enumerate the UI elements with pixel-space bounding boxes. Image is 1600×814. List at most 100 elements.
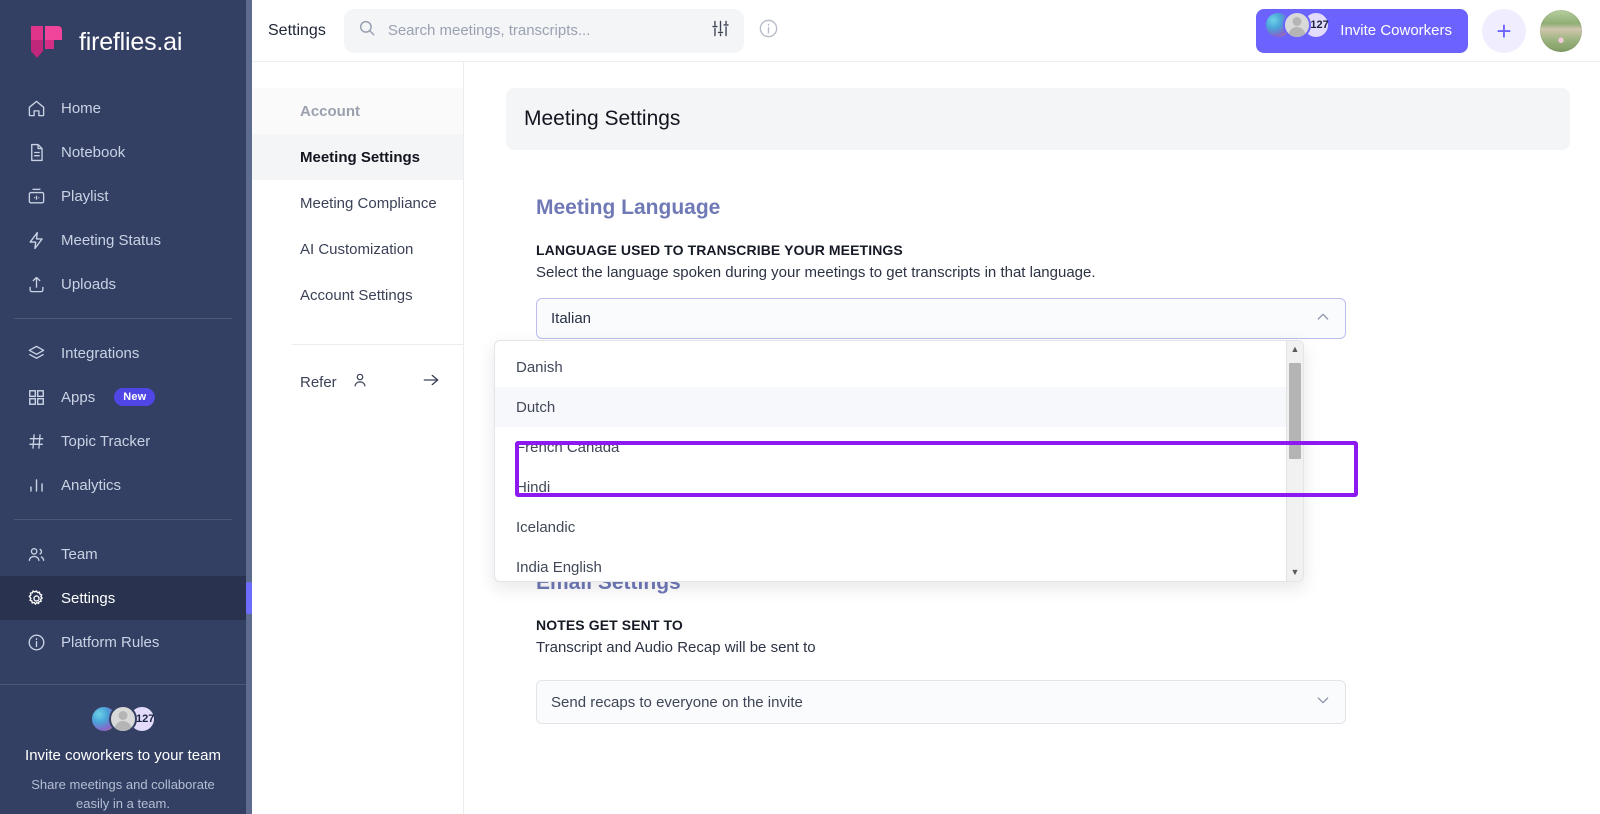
dropdown-option-danish[interactable]: Danish [495,347,1286,387]
sidebar-item-integrations[interactable]: Integrations [0,331,246,375]
sidebar-item-label: Meeting Status [61,231,162,249]
subnav-header-account: Account [252,88,463,134]
invite-coworkers-label: Invite Coworkers [1340,22,1452,39]
bolt-icon [26,230,46,250]
sidebar-item-meeting-status[interactable]: Meeting Status [0,218,246,262]
meeting-language-dropdown[interactable]: Danish Dutch French Canada Hindi Iceland… [494,340,1304,582]
sidebar-item-label: Team [61,545,98,563]
subnav-item-account-settings[interactable]: Account Settings [252,272,463,318]
refer-label: Refer [300,373,337,391]
dropdown-option-hindi[interactable]: Hindi [495,467,1286,507]
search-input[interactable] [387,22,699,39]
add-new-button[interactable]: + [1482,8,1526,53]
avatar-placeholder [1283,10,1312,39]
sidebar-item-apps[interactable]: Apps New [0,375,246,419]
search-bar[interactable] [343,8,744,53]
sidebar-item-platform-rules[interactable]: Platform Rules [0,620,246,664]
dropdown-option-india-english[interactable]: India English [495,547,1286,581]
chevron-down-icon [1315,692,1331,712]
dropdown-option-french-canada[interactable]: French Canada [495,427,1286,467]
sidebar-item-uploads[interactable]: Uploads [0,262,246,306]
people-icon [26,544,46,564]
sidebar-divider-1 [14,318,232,319]
dropdown-option-list: Danish Dutch French Canada Hindi Iceland… [495,341,1286,581]
search-icon [358,19,376,42]
sidebar-item-analytics[interactable]: Analytics [0,463,246,507]
email-field-description: Transcript and Audio Recap will be sent … [536,639,816,656]
sidebar-item-label: Playlist [61,187,109,205]
sidebar-invite-avatars: +127 [20,705,226,734]
pane-header: Meeting Settings [506,88,1570,150]
language-field-description: Select the language spoken during your m… [536,264,1096,281]
sliders-icon[interactable] [711,19,730,43]
notes-recipient-select[interactable]: Send recaps to everyone on the invite [536,680,1346,724]
chevron-up-icon [1315,309,1331,329]
main-sidebar: fireflies.ai Home Notebook Playlist Meet… [0,0,252,814]
sidebar-invite-title: Invite coworkers to your team [25,747,221,765]
dropdown-option-dutch[interactable]: Dutch [495,387,1286,427]
playlist-icon [26,186,46,206]
invite-coworkers-button[interactable]: +127 Invite Coworkers [1256,8,1468,53]
sidebar-item-label: Analytics [61,476,122,494]
user-avatar[interactable] [1540,9,1582,52]
sidebar-item-notebook[interactable]: Notebook [0,130,246,174]
sidebar-item-label: Integrations [61,344,140,362]
meeting-language-title: Meeting Language [536,196,721,219]
apps-new-badge: New [114,388,156,406]
sidebar-group-account: Team Settings Platform Rules [0,528,252,668]
upload-icon [26,274,46,294]
sidebar-group-primary: Home Notebook Playlist Meeting Status Up… [0,82,246,310]
home-icon [26,98,46,118]
sidebar-invite-panel[interactable]: +127 Invite coworkers to your team Share… [0,684,246,814]
sidebar-item-team[interactable]: Team [0,532,246,576]
bar-chart-icon [26,475,46,495]
sidebar-divider-2 [14,519,232,520]
arrow-right-icon [421,370,441,394]
fireflies-logo-icon [26,22,66,62]
sidebar-group-tools: Integrations Apps New Topic Tracker Anal… [0,327,246,511]
settings-subnav: Account Meeting Settings Meeting Complia… [252,62,464,814]
sidebar-item-topic-tracker[interactable]: Topic Tracker [0,419,246,463]
subnav-item-meeting-compliance[interactable]: Meeting Compliance [252,180,463,226]
sidebar-item-settings[interactable]: Settings [0,576,252,620]
brand-logo-area[interactable]: fireflies.ai [0,0,246,82]
settings-content: Account Meeting Settings Meeting Complia… [252,62,1600,814]
sidebar-invite-subtitle: Share meetings and collaborate easily in… [31,777,215,812]
page-title: Settings [268,21,326,39]
invite-button-avatars: +127 [1264,10,1331,39]
sidebar-item-label: Uploads [61,275,117,293]
grid-icon [26,387,46,407]
meeting-settings-pane: Meeting Settings Meeting Language LANGUA… [464,62,1600,814]
dropdown-option-icelandic[interactable]: Icelandic [495,507,1286,547]
main-area: Settings +127 Invite [252,0,1600,814]
gear-icon [26,588,46,608]
sidebar-item-playlist[interactable]: Playlist [0,174,246,218]
sidebar-item-label: Settings [61,589,116,607]
info-circle-icon[interactable] [758,18,779,44]
scroll-down-arrow-icon[interactable]: ▼ [1291,564,1300,581]
language-field-label: LANGUAGE USED TO TRANSCRIBE YOUR MEETING… [536,242,903,258]
top-bar: Settings +127 Invite [252,0,1600,62]
meeting-language-selected-value: Italian [551,310,592,327]
sidebar-item-label: Topic Tracker [61,432,151,450]
person-icon [351,371,369,393]
info-circle-icon [26,632,46,652]
notebook-icon [26,142,46,162]
subnav-item-meeting-settings[interactable]: Meeting Settings [252,134,463,180]
brand-name: fireflies.ai [79,27,183,56]
sidebar-item-label: Notebook [61,143,126,161]
app-root: fireflies.ai Home Notebook Playlist Meet… [0,0,1600,814]
refer-row[interactable]: Refer [252,353,463,411]
dropdown-scrollbar[interactable]: ▲ ▼ [1286,341,1303,581]
meeting-language-select[interactable]: Italian [536,298,1346,339]
sidebar-item-home[interactable]: Home [0,86,246,130]
email-field-label: NOTES GET SENT TO [536,617,683,633]
sidebar-item-label: Home [61,99,102,117]
scrollbar-thumb[interactable] [1289,363,1301,459]
layers-icon [26,343,46,363]
hash-icon [26,431,46,451]
subnav-item-ai-customization[interactable]: AI Customization [252,226,463,272]
sidebar-item-label: Apps [61,388,96,406]
scroll-up-arrow-icon[interactable]: ▲ [1291,341,1300,358]
sidebar-item-label: Platform Rules [61,633,160,651]
